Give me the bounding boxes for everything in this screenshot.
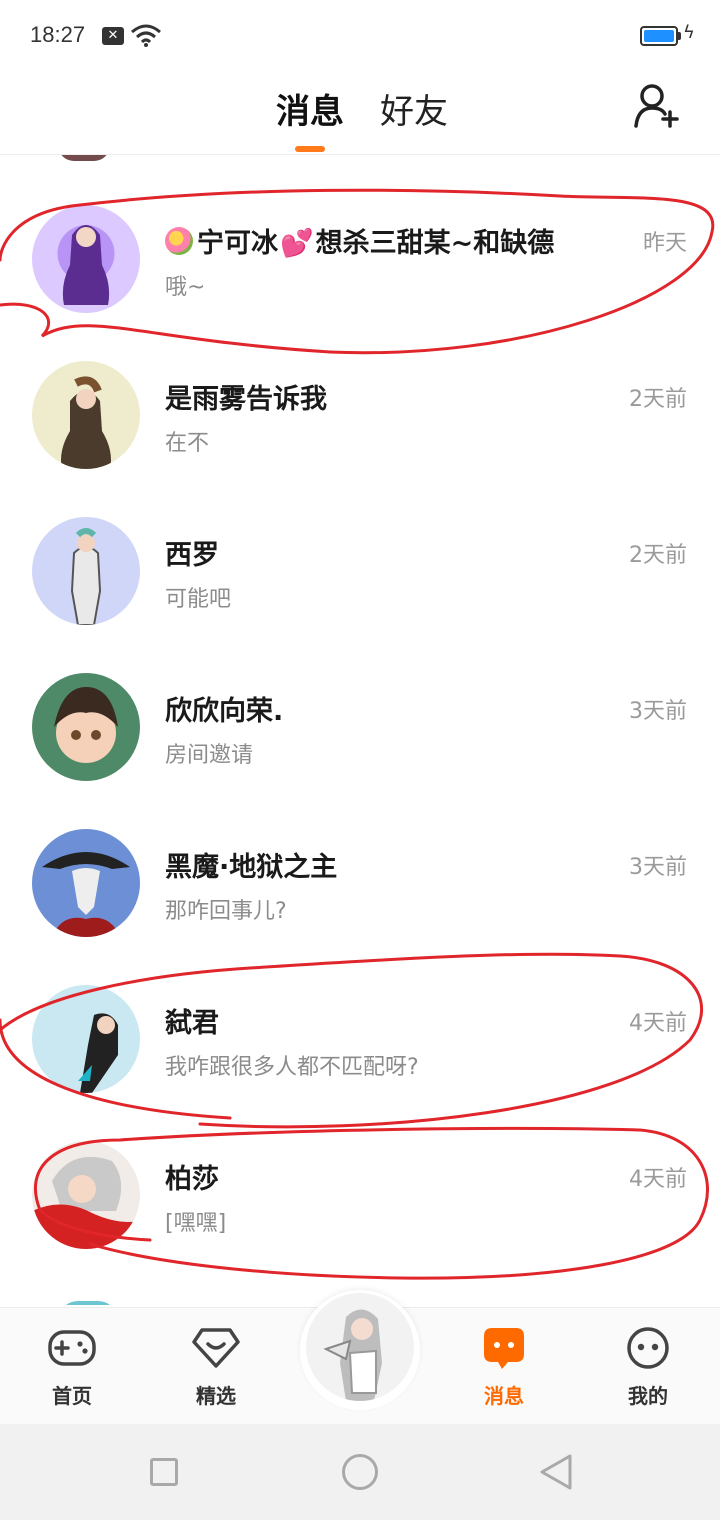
avatar [32,517,140,625]
status-time: 18:27 [30,22,86,47]
add-friend-icon[interactable] [632,82,680,130]
tab-friends[interactable]: 好友 [380,84,448,133]
face-icon [627,1327,669,1369]
conversation-list[interactable]: 宁可冰💕想杀三甜某~和缺德 哦~ 昨天 是雨雾告诉我 在不 2天前 西罗 可能吧… [0,155,720,1305]
conversation-row[interactable]: 宁可冰💕想杀三甜某~和缺德 哦~ 昨天 [0,181,720,337]
message-time: 4天前 [629,1011,687,1036]
message-time: 昨天 [642,231,687,256]
contact-name: 是雨雾告诉我 [165,384,327,415]
message-preview: 我咋跟很多人都不匹配呀? [165,1055,419,1080]
conversation-row[interactable]: 柏莎 [嘿嘿] 4天前 [0,1117,720,1273]
message-preview: 哦~ [165,275,206,300]
nav-label: 精选 [196,1384,236,1408]
recent-apps-icon[interactable] [150,1458,178,1486]
nav-home[interactable]: 首页 [22,1320,122,1416]
avatar [32,985,140,1093]
contact-name: 黑魔·地狱之主 [165,852,338,883]
avatar [32,205,140,313]
message-preview: 那咋回事儿? [165,899,287,924]
message-time: 2天前 [629,387,687,412]
nav-me[interactable]: 我的 [598,1320,698,1416]
message-preview: 可能吧 [165,587,232,612]
conversation-row[interactable]: 西罗 可能吧 2天前 [0,493,720,649]
flower-emoji-icon [165,227,193,255]
active-tab-indicator [295,146,325,152]
avatar [32,673,140,781]
contact-name: 宁可冰💕想杀三甜某~和缺德 [165,221,554,260]
header: 消息 好友 [0,70,720,155]
message-time: 2天前 [629,543,687,568]
avatar [32,361,140,469]
nav-messages[interactable]: 消息 [454,1320,554,1416]
tab-messages[interactable]: 消息 [276,84,344,133]
nav-label: 我的 [628,1384,668,1408]
message-time: 3天前 [629,855,687,880]
conversation-row[interactable]: 欣欣向荣. 房间邀请 3天前 [0,649,720,805]
heart-diamond-icon [192,1328,240,1368]
conversation-row[interactable]: 黑魔·地狱之主 那咋回事儿? 3天前 [0,805,720,961]
message-preview: [嘿嘿] [165,1211,227,1236]
contact-name: 西罗 [165,540,219,571]
center-avatar-button[interactable] [306,1293,414,1401]
battery-icon [640,26,678,46]
home-icon[interactable] [342,1454,378,1490]
avatar [32,1141,140,1249]
notification-icon: ✕ [102,27,124,45]
heart-emoji-icon: 💕 [280,228,314,259]
gamepad-icon [48,1330,96,1366]
nav-label: 首页 [52,1384,92,1408]
back-icon[interactable] [538,1452,574,1492]
message-bubble-icon [484,1328,524,1369]
contact-name: 弑君 [165,1008,219,1039]
avatar [32,829,140,937]
battery-tip [678,32,681,40]
partial-avatar [58,155,110,161]
message-time: 4天前 [629,1167,687,1192]
system-nav-bar [0,1424,720,1520]
message-time: 3天前 [629,699,687,724]
nav-featured[interactable]: 精选 [166,1320,266,1416]
wifi-icon [131,24,161,47]
conversation-row[interactable]: 是雨雾告诉我 在不 2天前 [0,337,720,493]
status-bar: 18:27 ✕ ϟ [0,0,720,70]
partial-avatar [58,1301,118,1305]
contact-name: 柏莎 [165,1164,219,1195]
conversation-row[interactable]: 弑君 我咋跟很多人都不匹配呀? 4天前 [0,961,720,1117]
charging-icon: ϟ [683,22,695,43]
message-preview: 房间邀请 [165,743,254,768]
contact-name: 欣欣向荣. [165,696,284,727]
nav-label: 消息 [484,1384,524,1408]
message-preview: 在不 [165,431,210,456]
